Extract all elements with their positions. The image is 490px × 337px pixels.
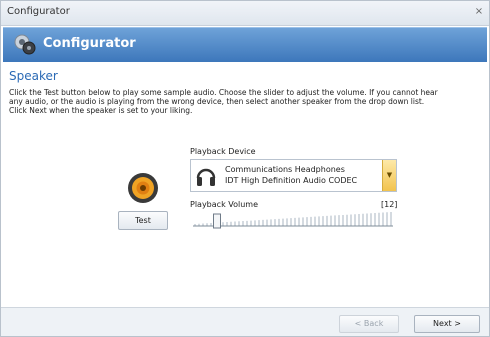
next-button[interactable]: Next > [414,315,480,333]
playback-device-select[interactable]: Communications Headphones IDT High Defin… [190,159,397,192]
header-banner: Configurator [3,27,487,62]
configurator-gear-icon [14,34,36,55]
slider-thumb[interactable] [213,213,221,229]
page-title: Speaker [9,69,58,83]
back-button[interactable]: < Back [339,315,399,333]
volume-slider[interactable] [193,210,393,230]
title-bar: Configurator × [1,1,489,26]
headphones-icon [196,168,216,186]
close-icon[interactable]: × [473,5,485,19]
window-title: Configurator [7,6,70,17]
slider-ticks [194,212,392,226]
device-driver: IDT High Definition Audio CODEC [225,176,358,185]
speaker-icon [128,173,158,203]
device-name: Communications Headphones [225,165,345,174]
configurator-window: Configurator × Configurator Speaker Clic… [0,0,490,337]
playback-volume-label: Playback Volume [190,200,258,209]
playback-volume-value: [12] [381,200,398,209]
playback-device-label: Playback Device [190,147,256,156]
instructions-text: Click the Test button below to play some… [9,88,438,115]
banner-title: Configurator [43,36,136,51]
dropdown-arrow-icon[interactable]: ▼ [382,160,396,191]
test-button[interactable]: Test [118,211,168,230]
